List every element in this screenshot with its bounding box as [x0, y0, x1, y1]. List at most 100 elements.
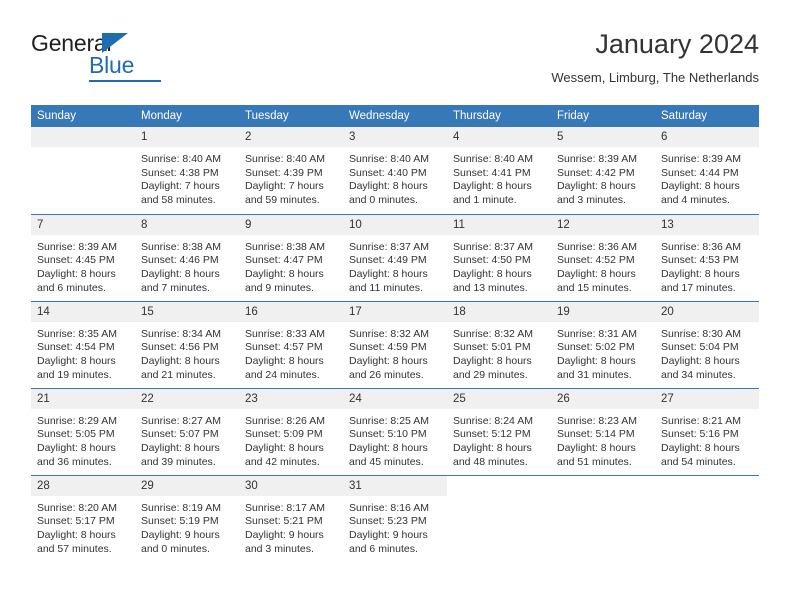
day-number: 27: [655, 388, 759, 409]
day-cell-inner[interactable]: 14 Sunrise: 8:35 AM Sunset: 4:54 PM Dayligh…: [31, 301, 135, 388]
day-cell-inner[interactable]: 22 Sunrise: 8:27 AM Sunset: 5:07 PM Dayligh…: [135, 388, 239, 475]
day-cell-inner[interactable]: 26 Sunrise: 8:23 AM Sunset: 5:14 PM Dayligh…: [551, 388, 655, 475]
sunset-time: Sunset: 4:38 PM: [141, 166, 219, 179]
daylight-duration-line1: Daylight: 7 hours: [245, 180, 324, 193]
calendar-week-row: 7 Sunrise: 8:39 AM Sunset: 4:45 PM Daylight…: [31, 213, 759, 301]
day-cell-inner[interactable]: 24 Sunrise: 8:25 AM Sunset: 5:10 PM Dayligh…: [343, 388, 447, 475]
sunset-time: Sunset: 4:45 PM: [37, 254, 115, 267]
day-details: Sunrise: 8:39 AM Sunset: 4:45 PM Daylight:…: [31, 235, 135, 296]
day-cell-inner[interactable]: 28 Sunrise: 8:20 AM Sunset: 5:17 PM Dayligh…: [31, 475, 135, 563]
day-cell-inner[interactable]: 12 Sunrise: 8:36 AM Sunset: 4:52 PM Dayligh…: [551, 214, 655, 301]
sunrise-time: Sunrise: 8:26 AM: [245, 414, 325, 427]
day-cell-inner[interactable]: 8 Sunrise: 8:38 AM Sunset: 4:46 PM Daylight…: [135, 214, 239, 301]
sunset-time: Sunset: 5:05 PM: [37, 428, 115, 441]
daylight-duration-line1: Daylight: 9 hours: [245, 528, 324, 541]
day-details: Sunrise: 8:33 AM Sunset: 4:57 PM Daylight:…: [239, 322, 343, 383]
day-cell-inner[interactable]: 30 Sunrise: 8:17 AM Sunset: 5:21 PM Dayligh…: [239, 475, 343, 563]
sunset-time: Sunset: 4:39 PM: [245, 166, 323, 179]
sunrise-time: Sunrise: 8:40 AM: [349, 153, 429, 165]
calendar-day-cell: 28 Sunrise: 8:20 AM Sunset: 5:17 PM Dayligh…: [31, 474, 135, 563]
day-details: Sunrise: 8:17 AM Sunset: 5:21 PM Daylight:…: [239, 496, 343, 557]
day-number: 28: [31, 475, 135, 496]
calendar-day-cell: 23 Sunrise: 8:26 AM Sunset: 5:09 PM Dayligh…: [239, 387, 343, 475]
weekday-header-friday: Friday: [551, 105, 655, 127]
day-cell-inner[interactable]: 23 Sunrise: 8:26 AM Sunset: 5:09 PM Dayligh…: [239, 388, 343, 475]
day-details: Sunrise: 8:27 AM Sunset: 5:07 PM Daylight:…: [135, 409, 239, 470]
day-number: 23: [239, 388, 343, 409]
sunset-time: Sunset: 5:09 PM: [245, 428, 323, 441]
day-cell-inner[interactable]: 17 Sunrise: 8:32 AM Sunset: 4:59 PM Dayligh…: [343, 301, 447, 388]
daylight-duration-line2: and 17 minutes.: [661, 281, 736, 294]
sunrise-time: Sunrise: 8:31 AM: [557, 327, 637, 340]
daylight-duration-line1: Daylight: 8 hours: [661, 180, 740, 193]
general-blue-logo: General Blue: [31, 30, 161, 82]
sunrise-time: Sunrise: 8:39 AM: [37, 240, 117, 253]
daylight-duration-line1: Daylight: 8 hours: [453, 180, 532, 193]
daylight-duration-line2: and 48 minutes.: [453, 455, 528, 468]
day-cell-inner[interactable]: 21 Sunrise: 8:29 AM Sunset: 5:05 PM Dayligh…: [31, 388, 135, 475]
day-cell-inner[interactable]: 6 Sunrise: 8:39 AM Sunset: 4:44 PM Daylight…: [655, 127, 759, 214]
sunrise-time: Sunrise: 8:38 AM: [245, 240, 325, 253]
calendar-day-cell: 20 Sunrise: 8:30 AM Sunset: 5:04 PM Dayligh…: [655, 300, 759, 388]
day-cell-inner[interactable]: 20 Sunrise: 8:30 AM Sunset: 5:04 PM Dayligh…: [655, 301, 759, 388]
calendar-day-cell: 13 Sunrise: 8:36 AM Sunset: 4:53 PM Dayligh…: [655, 213, 759, 301]
day-number: 10: [343, 214, 447, 235]
day-number: 22: [135, 388, 239, 409]
day-cell-inner[interactable]: 3 Sunrise: 8:40 AM Sunset: 4:40 PM Daylight…: [343, 127, 447, 214]
daylight-duration-line1: Daylight: 9 hours: [141, 528, 220, 541]
day-cell-inner[interactable]: 27 Sunrise: 8:21 AM Sunset: 5:16 PM Dayligh…: [655, 388, 759, 475]
day-cell-inner[interactable]: 7 Sunrise: 8:39 AM Sunset: 4:45 PM Daylight…: [31, 214, 135, 301]
sunrise-time: Sunrise: 8:24 AM: [453, 414, 533, 427]
sunset-time: Sunset: 5:16 PM: [661, 428, 739, 441]
day-cell-inner[interactable]: 10 Sunrise: 8:37 AM Sunset: 4:49 PM Dayligh…: [343, 214, 447, 301]
daylight-duration-line1: Daylight: 9 hours: [349, 528, 428, 541]
day-cell-inner[interactable]: 9 Sunrise: 8:38 AM Sunset: 4:47 PM Daylight…: [239, 214, 343, 301]
calendar-day-cell: 10 Sunrise: 8:37 AM Sunset: 4:49 PM Dayligh…: [343, 213, 447, 301]
daylight-duration-line1: Daylight: 8 hours: [557, 354, 636, 367]
day-cell-inner[interactable]: 13 Sunrise: 8:36 AM Sunset: 4:53 PM Dayligh…: [655, 214, 759, 301]
day-cell-inner[interactable]: 1 Sunrise: 8:40 AM Sunset: 4:38 PM Daylight…: [135, 127, 239, 214]
day-details: Sunrise: 8:32 AM Sunset: 4:59 PM Daylight:…: [343, 322, 447, 383]
daylight-duration-line2: and 24 minutes.: [245, 368, 320, 381]
day-number: 9: [239, 214, 343, 235]
day-number: 8: [135, 214, 239, 235]
day-cell-inner[interactable]: 19 Sunrise: 8:31 AM Sunset: 5:02 PM Dayligh…: [551, 301, 655, 388]
day-details: Sunrise: 8:40 AM Sunset: 4:38 PM Daylight:…: [135, 147, 239, 208]
day-details: Sunrise: 8:26 AM Sunset: 5:09 PM Daylight:…: [239, 409, 343, 470]
sunrise-time: Sunrise: 8:23 AM: [557, 414, 637, 427]
day-cell-inner[interactable]: 16 Sunrise: 8:33 AM Sunset: 4:57 PM Dayligh…: [239, 301, 343, 388]
sunrise-time: Sunrise: 8:36 AM: [661, 240, 741, 253]
day-cell-inner[interactable]: 25 Sunrise: 8:24 AM Sunset: 5:12 PM Dayligh…: [447, 388, 551, 475]
day-cell-inner[interactable]: 2 Sunrise: 8:40 AM Sunset: 4:39 PM Daylight…: [239, 127, 343, 214]
day-cell-inner[interactable]: 4 Sunrise: 8:40 AM Sunset: 4:41 PM Daylight…: [447, 127, 551, 214]
logo-underline: [89, 80, 161, 82]
day-details: Sunrise: 8:39 AM Sunset: 4:42 PM Daylight:…: [551, 147, 655, 208]
day-cell-inner[interactable]: 5 Sunrise: 8:39 AM Sunset: 4:42 PM Daylight…: [551, 127, 655, 214]
calendar-day-cell: 12 Sunrise: 8:36 AM Sunset: 4:52 PM Dayligh…: [551, 213, 655, 301]
day-cell-inner[interactable]: 18 Sunrise: 8:32 AM Sunset: 5:01 PM Dayligh…: [447, 301, 551, 388]
daylight-duration-line1: Daylight: 8 hours: [557, 267, 636, 280]
day-details: Sunrise: 8:37 AM Sunset: 4:49 PM Daylight:…: [343, 235, 447, 296]
day-cell-inner[interactable]: 11 Sunrise: 8:37 AM Sunset: 4:50 PM Dayligh…: [447, 214, 551, 301]
calendar-day-cell: 4 Sunrise: 8:40 AM Sunset: 4:41 PM Daylight…: [447, 127, 551, 214]
calendar-cell-blank: [655, 474, 759, 562]
day-cell-inner: [31, 127, 135, 214]
calendar-day-cell: 14 Sunrise: 8:35 AM Sunset: 4:54 PM Dayligh…: [31, 300, 135, 388]
day-number: 20: [655, 301, 759, 322]
sunset-time: Sunset: 5:07 PM: [141, 428, 219, 441]
day-number: 7: [31, 214, 135, 235]
calendar-day-cell: 2 Sunrise: 8:40 AM Sunset: 4:39 PM Daylight…: [239, 127, 343, 214]
sunset-time: Sunset: 4:54 PM: [37, 341, 115, 354]
sunset-time: Sunset: 4:44 PM: [661, 166, 739, 179]
day-cell-inner[interactable]: 29 Sunrise: 8:19 AM Sunset: 5:19 PM Dayligh…: [135, 475, 239, 563]
daylight-duration-line2: and 29 minutes.: [453, 368, 528, 381]
weekday-header-tuesday: Tuesday: [239, 105, 343, 127]
sunset-time: Sunset: 5:17 PM: [37, 515, 115, 528]
day-number: 18: [447, 301, 551, 322]
day-cell-inner[interactable]: 15 Sunrise: 8:34 AM Sunset: 4:56 PM Dayligh…: [135, 301, 239, 388]
calendar-day-cell: 17 Sunrise: 8:32 AM Sunset: 4:59 PM Dayligh…: [343, 300, 447, 388]
day-cell-inner[interactable]: 31 Sunrise: 8:16 AM Sunset: 5:23 PM Dayligh…: [343, 475, 447, 563]
daylight-duration-line1: Daylight: 7 hours: [141, 180, 220, 193]
blank-filler: [447, 475, 551, 562]
day-number: 31: [343, 475, 447, 496]
